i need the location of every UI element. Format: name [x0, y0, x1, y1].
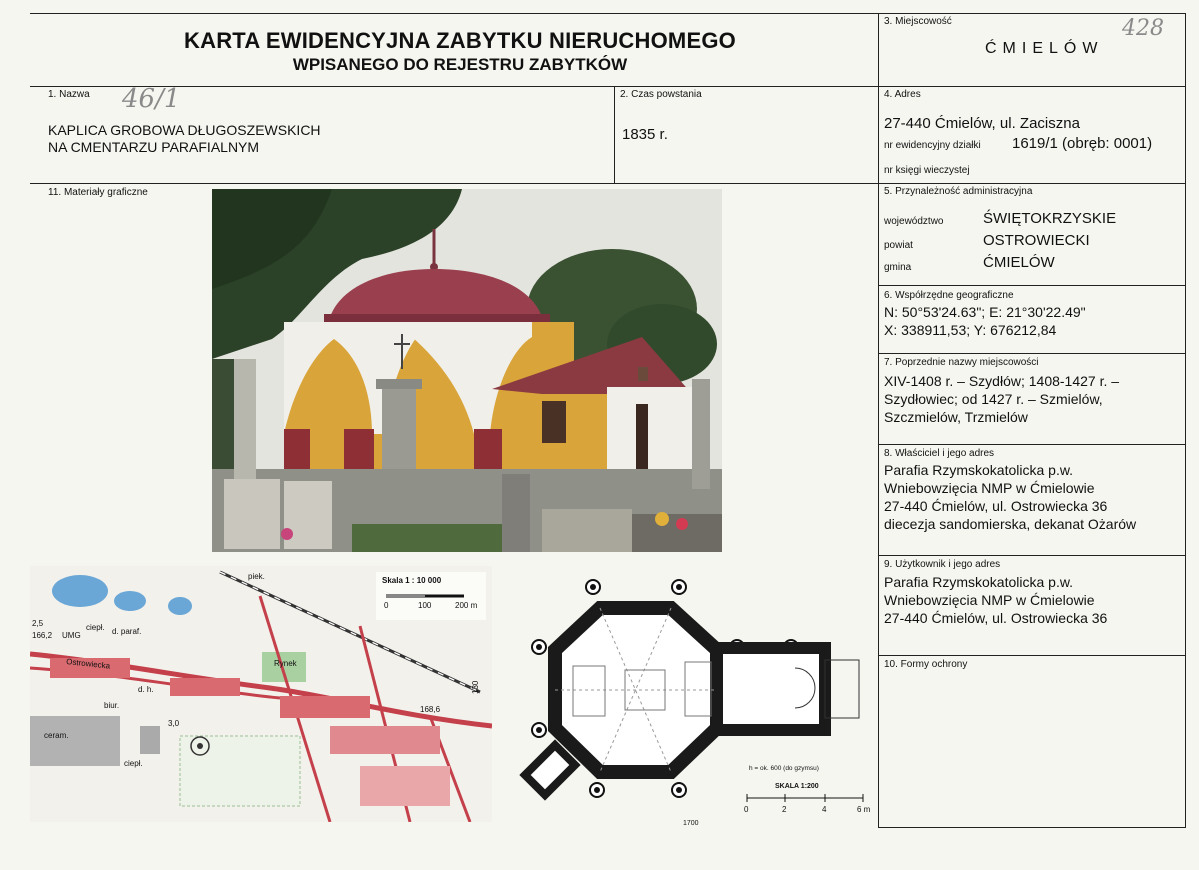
coords-label: 6. Współrzędne geograficzne [884, 290, 1014, 301]
land-register-label: nr księgi wieczystej [884, 165, 970, 176]
floor-plan: h = ok. 600 (do gzymsu) SKALA 1:200 0 2 … [505, 570, 875, 826]
parcel-label: nr ewidencyjny działki [884, 140, 981, 151]
handwritten-name-note: 46/1 [122, 84, 181, 114]
admin-value-county: OSTROWIECKI [983, 232, 1090, 249]
admin-key-commune: gmina [884, 262, 912, 273]
divider-row1 [30, 183, 1185, 184]
divider-name-date [614, 86, 615, 184]
admin-key-county: powiat [884, 240, 913, 251]
user-line2: Wniebowzięcia NMP w Ćmielowie [884, 592, 1095, 608]
plan-scale-tick-0: 0 [744, 805, 749, 814]
user-line3: 27-440 Ćmielów, ul. Ostrowiecka 36 [884, 610, 1108, 626]
divider-prevnames [878, 444, 1185, 445]
plan-scale-tick-3: 6 m [857, 805, 871, 814]
divider-user [878, 655, 1185, 656]
coords-line2: X: 338911,53; Y: 676212,84 [884, 322, 1057, 338]
divider-right-col [878, 13, 879, 828]
plan-scale-tick-2: 4 [822, 805, 827, 814]
admin-value-commune: ĆMIELÓW [983, 254, 1055, 271]
map-label-n3: 168,6 [420, 705, 441, 714]
map-scale-tick-1: 100 [418, 601, 432, 610]
divider-coords [878, 353, 1185, 354]
map-label-n2: 166,2 [32, 631, 53, 640]
graphics-label: 11. Materiały graficzne [48, 187, 148, 198]
map-label-ceram: ceram. [44, 731, 68, 740]
map-scale-tick-2: 200 m [455, 601, 478, 610]
frame-right [1185, 13, 1186, 828]
map-label-biur: biur. [104, 701, 119, 710]
parcel-value: 1619/1 (obręb: 0001) [1012, 135, 1153, 152]
created-label: 2. Czas powstania [620, 89, 702, 100]
register-card: KARTA EWIDENCYJNA ZABYTKU NIERUCHOMEGO W… [0, 0, 1199, 870]
protection-label: 10. Formy ochrony [884, 659, 968, 670]
divider-owner [878, 555, 1185, 556]
frame-top [30, 13, 1185, 14]
owner-line4: diecezja sandomierska, dekanat Ożarów [884, 516, 1137, 532]
prevnames-line2: Szydłowiec; od 1427 r. – Szmielów, [884, 391, 1103, 407]
name-label: 1. Nazwa [48, 89, 90, 100]
map-label-rynek: Rynek [274, 659, 298, 668]
map-label-dparaf: d. paraf. [112, 627, 141, 636]
handwritten-corner-number: 428 [1122, 16, 1164, 41]
user-label: 9. Użytkownik i jego adres [884, 559, 1001, 570]
owner-label: 8. Właściciel i jego adres [884, 448, 995, 459]
name-line1: KAPLICA GROBOWA DŁUGOSZEWSKICH [48, 122, 321, 138]
address-label: 4. Adres [884, 89, 921, 100]
admin-key-voivodeship: województwo [884, 216, 944, 227]
prevnames-line3: Szczmielów, Trzmielów [884, 409, 1028, 425]
admin-value-voivodeship: ŚWIĘTOKRZYSKIE [983, 210, 1117, 227]
card-subtitle: WPISANEGO DO REJESTRU ZABYTKÓW [292, 55, 628, 74]
user-line1: Parafia Rzymskokatolicka p.w. [884, 574, 1074, 590]
plan-dimension: 1700 [683, 820, 699, 826]
address-street: 27-440 Ćmielów, ul. Zaciszna [884, 115, 1080, 132]
map-label-n4: 130 [471, 680, 480, 694]
plan-scale-title: SKALA 1:200 [775, 783, 819, 790]
owner-line3: 27-440 Ćmielów, ul. Ostrowiecka 36 [884, 498, 1108, 514]
location-map: Skala 1 : 10 000 0 100 200 m piek. 2,5 1… [30, 566, 492, 822]
chapel-photo [212, 189, 722, 552]
map-label-ciepl: ciepł. [86, 623, 105, 632]
created-value: 1835 r. [622, 126, 668, 143]
owner-line1: Parafia Rzymskokatolicka p.w. [884, 462, 1074, 478]
place-label: 3. Miejscowość [884, 16, 952, 27]
divider-header [30, 86, 1185, 87]
admin-label: 5. Przynależność administracyjna [884, 186, 1033, 197]
frame-bottom-right [878, 827, 1185, 828]
map-label-n1: 2,5 [32, 619, 44, 628]
divider-admin [878, 285, 1185, 286]
map-label-ciepl2: ciepł. [124, 759, 143, 768]
card-title: KARTA EWIDENCYJNA ZABYTKU NIERUCHOMEGO [184, 28, 736, 53]
coords-line1: N: 50°53'24.63"; E: 21°30'22.49" [884, 304, 1086, 320]
place-value: ĆMIELÓW [985, 40, 1104, 57]
map-label-dh: d. h. [138, 685, 154, 694]
map-label-umg: UMG [62, 631, 81, 640]
map-label-piek: piek. [248, 572, 265, 581]
owner-line2: Wniebowzięcia NMP w Ćmielowie [884, 480, 1095, 496]
map-scale-tick-0: 0 [384, 601, 389, 610]
plan-scale-tick-1: 2 [782, 805, 787, 814]
plan-height-note: h = ok. 600 (do gzymsu) [749, 765, 819, 772]
prevnames-label: 7. Poprzednie nazwy miejscowości [884, 357, 1039, 368]
prevnames-line1: XIV-1408 r. – Szydłów; 1408-1427 r. – [884, 373, 1120, 389]
map-scale-title: Skala 1 : 10 000 [382, 576, 442, 585]
name-line2: NA CMENTARZU PARAFIALNYM [48, 139, 260, 155]
map-label-n5: 3,0 [168, 719, 180, 728]
